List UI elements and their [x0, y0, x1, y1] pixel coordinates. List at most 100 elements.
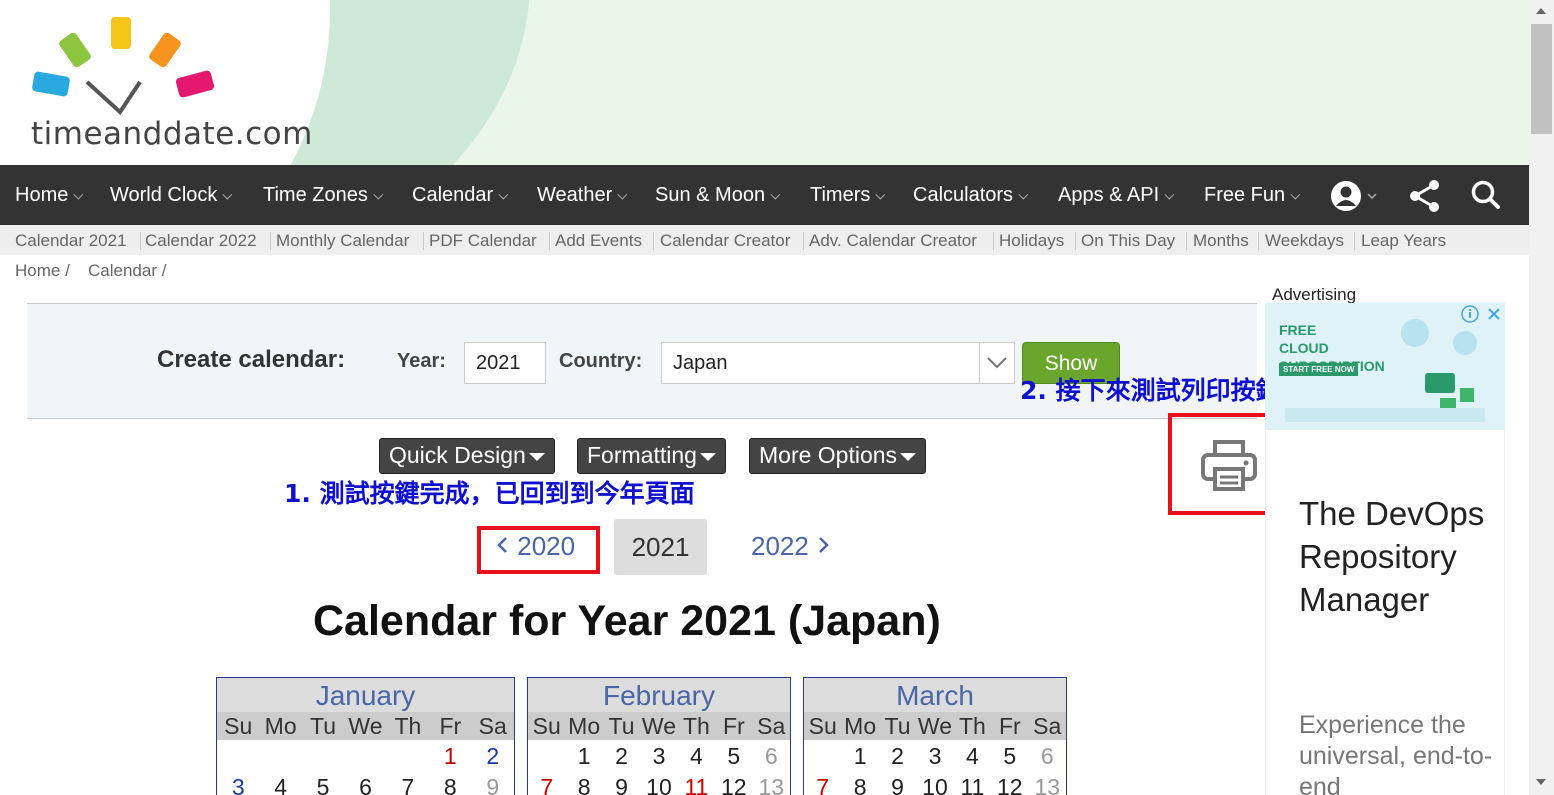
ad-banner[interactable]: FREE CLOUD SUBSCRIPTION START FREE NOW	[1265, 303, 1505, 430]
subnav-add-events[interactable]: Add Events	[555, 231, 642, 251]
day-cell: 3	[928, 743, 942, 769]
day-cell: 8	[577, 774, 591, 795]
nav-time-zones[interactable]: Time Zones	[263, 184, 384, 207]
day-cell	[302, 740, 344, 771]
month-name[interactable]: January	[217, 678, 514, 712]
ad-sidebar[interactable]: The DevOps Repository Manager Experience…	[1265, 430, 1505, 795]
nav-label: Calculators	[913, 184, 1014, 206]
weekday: Mo	[264, 713, 297, 739]
weekday: Sa	[1033, 713, 1062, 739]
nav-weather[interactable]: Weather	[537, 184, 628, 207]
highlight-box	[477, 526, 600, 574]
button-label: Formatting	[587, 442, 697, 468]
subnav-holidays[interactable]: Holidays	[999, 231, 1064, 251]
site-logo[interactable]: timeanddate.com	[25, 12, 312, 157]
month-name[interactable]: March	[804, 678, 1066, 712]
weekday: Su	[532, 713, 561, 739]
nav-home[interactable]: Home	[15, 184, 84, 207]
weekday: Sa	[757, 713, 786, 739]
subnav-calendar-2022[interactable]: Calendar 2022	[145, 231, 257, 251]
day-cell: 6	[764, 743, 778, 769]
weekday: Mo	[568, 713, 601, 739]
button-label: Quick Design	[389, 442, 526, 468]
breadcrumb-calendar[interactable]: Calendar /	[88, 261, 166, 281]
nav-calendar[interactable]: Calendar	[412, 184, 509, 207]
day-cell: 5	[1003, 743, 1017, 769]
day-cell: 8	[853, 774, 867, 795]
subnav-pdf-calendar[interactable]: PDF Calendar	[429, 231, 537, 251]
nav-label: Sun & Moon	[655, 184, 766, 206]
next-year-label: 2022	[751, 531, 809, 561]
month-january: January Su Mo Tu We Th Fr Sa 12 3456789	[216, 677, 515, 795]
search-button[interactable]	[1470, 179, 1502, 216]
nav-calculators[interactable]: Calculators	[913, 184, 1029, 207]
weekday: Tu	[310, 713, 337, 739]
subnav-monthly-calendar[interactable]: Monthly Calendar	[276, 231, 409, 251]
subnav-calendar-2021[interactable]: Calendar 2021	[15, 231, 127, 251]
country-select[interactable]: Japan	[661, 342, 1015, 384]
nav-apps-api[interactable]: Apps & API	[1058, 184, 1175, 207]
divider	[423, 232, 424, 250]
week-row: 12	[217, 740, 514, 771]
day-cell: 8	[443, 774, 457, 795]
divider	[140, 232, 141, 250]
day-cell: 7	[540, 774, 554, 795]
year-input[interactable]: 2021	[464, 342, 546, 384]
panel-title: Create calendar:	[157, 346, 346, 373]
weekday: Su	[224, 713, 253, 739]
day-cell	[344, 740, 386, 771]
nav-timers[interactable]: Timers	[810, 184, 886, 207]
scroll-thumb[interactable]	[1531, 24, 1552, 134]
page-scrollbar[interactable]	[1529, 0, 1554, 795]
day-cell: 4	[966, 743, 979, 769]
page: timeanddate.com Home World Clock Time Zo…	[0, 0, 1554, 795]
day-cell	[217, 740, 259, 771]
info-icon[interactable]	[1461, 305, 1479, 323]
account-menu[interactable]	[1330, 179, 1378, 218]
next-year-link[interactable]: 2022	[751, 531, 830, 562]
month-march: March Su Mo Tu We Th Fr Sa 123456 7 8 9 10 11 12 13	[803, 677, 1067, 795]
subnav-on-this-day[interactable]: On This Day	[1081, 231, 1175, 251]
chevron-down-icon	[987, 357, 1007, 369]
calendar-title: Calendar for Year 2021 (Japan)	[313, 597, 941, 645]
day-cell: 9	[486, 774, 500, 795]
subnav-calendar-creator[interactable]: Calendar Creator	[660, 231, 790, 251]
scroll-up-arrow-icon[interactable]	[1536, 8, 1546, 14]
weekday: We	[348, 713, 383, 739]
month-name[interactable]: February	[528, 678, 790, 712]
divider	[1186, 232, 1187, 250]
account-icon	[1331, 181, 1377, 211]
nav-label: World Clock	[110, 184, 218, 206]
day-cell: 13	[758, 774, 785, 795]
nav-free-fun[interactable]: Free Fun	[1204, 184, 1301, 207]
share-button[interactable]	[1408, 179, 1442, 218]
country-value: Japan	[673, 352, 728, 374]
caret-down-icon	[900, 452, 917, 461]
sub-nav: Calendar 2021 Calendar 2022 Monthly Cale…	[0, 225, 1529, 255]
button-label: More Options	[759, 442, 898, 468]
country-dropdown-toggle[interactable]	[979, 343, 1013, 383]
quick-design-button[interactable]: Quick Design	[379, 438, 555, 474]
weekday: We	[917, 713, 953, 739]
subnav-leap-years[interactable]: Leap Years	[1361, 231, 1446, 251]
weekday: Fr	[722, 713, 745, 739]
subnav-weekdays[interactable]: Weekdays	[1265, 231, 1344, 251]
nav-world-clock[interactable]: World Clock	[110, 184, 233, 207]
subnav-adv-calendar-creator[interactable]: Adv. Calendar Creator	[809, 231, 977, 251]
close-icon[interactable]	[1485, 305, 1503, 323]
site-header: timeanddate.com	[0, 0, 1529, 165]
more-options-button[interactable]: More Options	[749, 438, 927, 474]
day-cell: 9	[615, 774, 628, 795]
breadcrumb-home[interactable]: Home /	[15, 261, 70, 281]
day-cell: 5	[727, 743, 741, 769]
nav-label: Free Fun	[1204, 184, 1286, 206]
formatting-button[interactable]: Formatting	[577, 438, 726, 474]
nav-sun-moon[interactable]: Sun & Moon	[655, 184, 781, 207]
day-cell	[387, 740, 429, 771]
subnav-months[interactable]: Months	[1193, 231, 1249, 251]
day-cell: 9	[891, 774, 904, 795]
scroll-down-arrow-icon[interactable]	[1536, 779, 1546, 785]
day-cell: 2	[891, 743, 904, 769]
ad-body: Experience the universal, end-to-end	[1299, 711, 1493, 795]
print-button[interactable]	[1200, 437, 1258, 498]
